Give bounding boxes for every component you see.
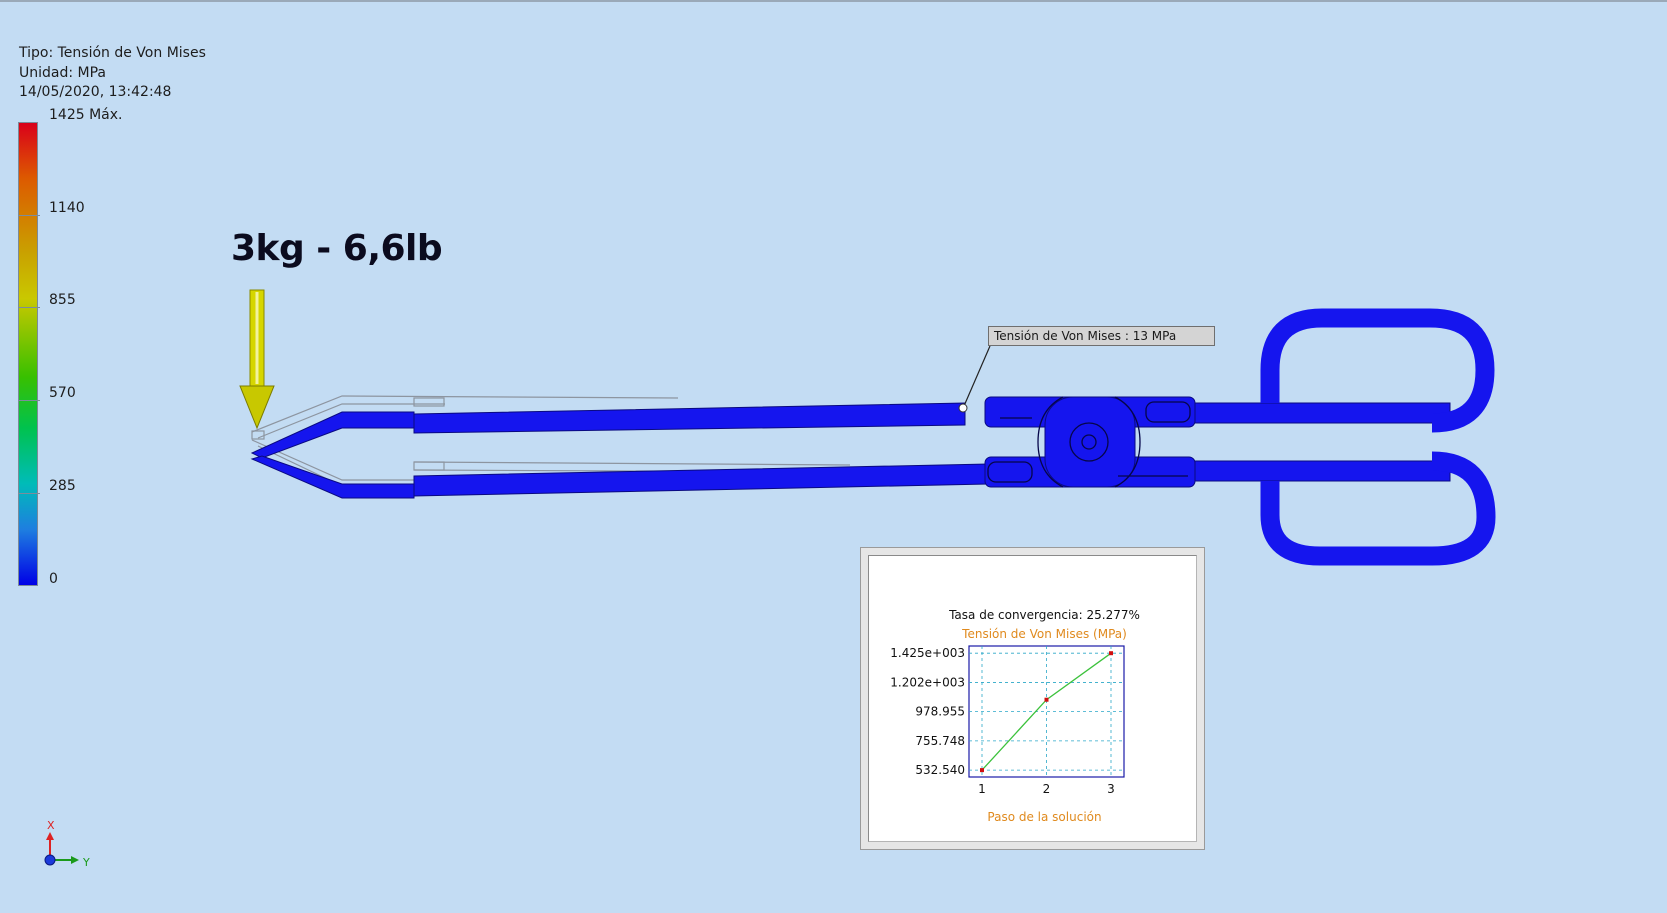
axis-x-label: X <box>47 819 55 832</box>
x-tick-label: 1 <box>978 782 986 796</box>
probe-label[interactable]: Tensión de Von Mises : 13 MPa <box>988 326 1215 346</box>
convergence-chart-area: Tasa de convergencia: 25.277% Tensión de… <box>868 555 1197 842</box>
convergence-chart: 1.425e+003 1.202e+003 978.955 755.748 532.54… <box>890 645 1125 796</box>
x-tick-label: 2 <box>1043 782 1051 796</box>
probe-leader <box>963 345 991 407</box>
y-tick-label: 755.748 <box>915 734 965 748</box>
axis-y-label: Y <box>83 856 90 869</box>
y-tick-label: 532.540 <box>915 763 965 777</box>
graphics-viewport[interactable]: Tipo: Tensión de Von Mises Unidad: MPa 1… <box>0 0 1667 913</box>
model-scene <box>239 289 1496 566</box>
tongs-model[interactable] <box>250 308 1496 566</box>
y-tick-label: 1.425e+003 <box>890 646 965 660</box>
y-tick-label: 978.955 <box>915 705 965 719</box>
convergence-panel[interactable]: Tasa de convergencia: 25.277% Tensión de… <box>860 547 1205 850</box>
load-arrow-icon[interactable] <box>239 289 275 430</box>
data-point <box>980 768 984 773</box>
x-tick-label: 3 <box>1107 782 1115 796</box>
y-tick-label: 1.202e+003 <box>890 675 965 689</box>
probe-point-icon[interactable] <box>958 403 968 413</box>
data-point <box>1044 697 1049 702</box>
convergence-x-label: Paso de la solución <box>987 810 1102 824</box>
data-point <box>1109 651 1113 656</box>
